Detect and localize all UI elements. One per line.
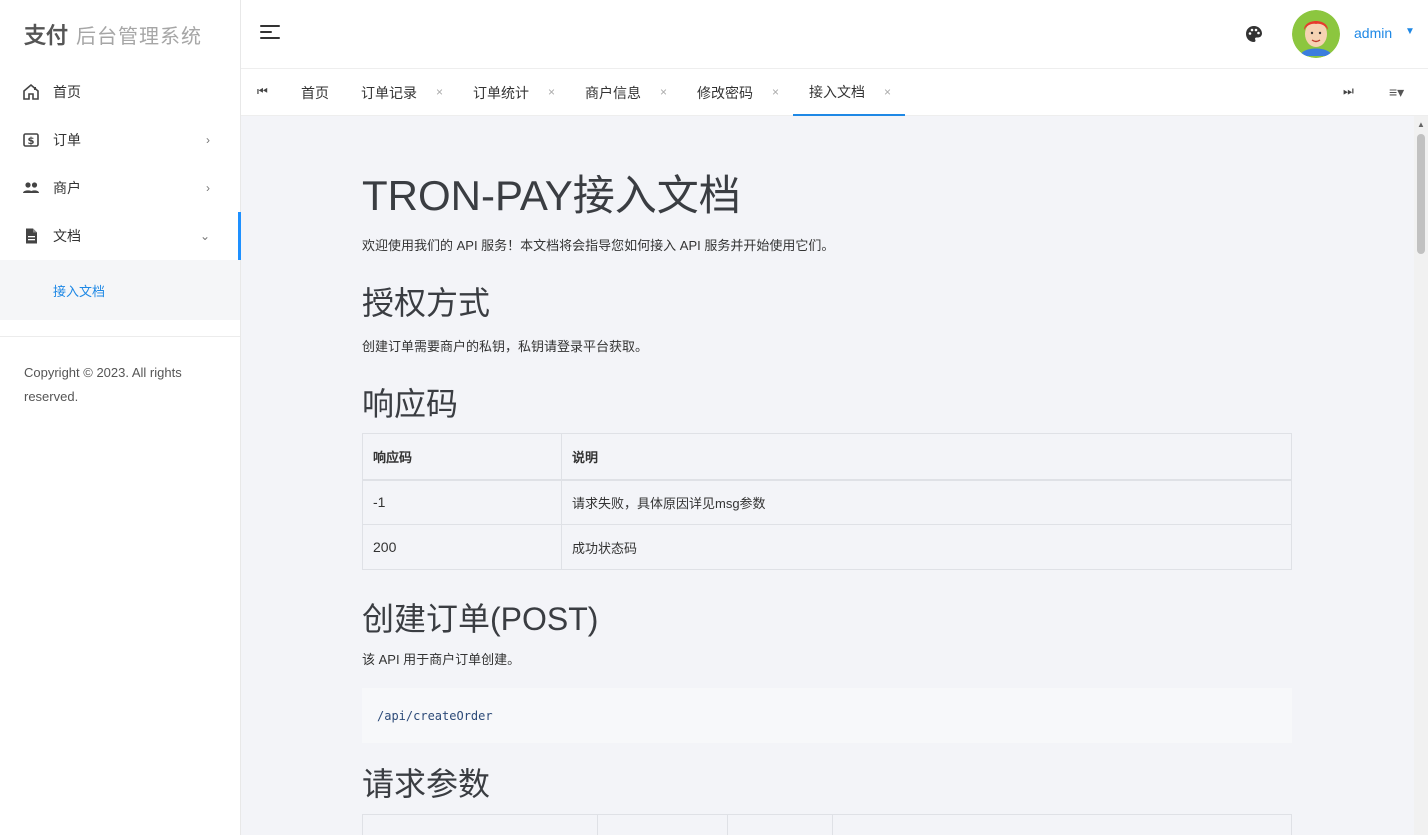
main-area: admin ▼ ⏮ 首页 订单记录 × 订单统计 × 商户信息 × 修改密码 × (241, 0, 1428, 835)
endpoint-code-block: /api/createOrder (362, 688, 1292, 743)
tab-integration-doc[interactable]: 接入文档 × (793, 69, 905, 116)
sidebar-item-orders[interactable]: $ 订单 › (0, 116, 240, 164)
sidebar-item-label: 文档 (53, 228, 81, 244)
response-code-table: 响应码 说明 -1 请求失败，具体原因详见msg参数 200 成功状态码 (362, 433, 1292, 570)
doc-body: TRON-PAY接入文档 欢迎使用我们的 API 服务！本文档将会指导您如何接入… (362, 116, 1292, 835)
sidebar-subitem-integration-doc[interactable]: 接入文档 (53, 281, 105, 300)
tab-bar: ⏮ 首页 订单记录 × 订单统计 × 商户信息 × 修改密码 × 接入文档 × … (241, 69, 1428, 116)
table-cell: -1 (362, 479, 562, 525)
endpoint-path: /api/createOrder (377, 708, 493, 723)
table-header-cell: 响应码 (362, 433, 562, 481)
svg-text:$: $ (28, 136, 35, 147)
scroll-up-icon[interactable]: ▲ (1417, 120, 1425, 129)
top-bar: admin ▼ (241, 0, 1428, 69)
document-icon (22, 227, 40, 245)
copyright-text: Copyright © 2023. All rights reserved. (24, 365, 182, 404)
auth-heading: 授权方式 (362, 285, 491, 321)
sidebar-item-merchants[interactable]: 商户 › (0, 164, 240, 212)
sidebar-subnav-docs: 接入文档 (0, 260, 240, 320)
tab-scroll-first-icon[interactable]: ⏮ (257, 84, 268, 99)
response-code-heading: 响应码 (362, 386, 459, 422)
tab-label: 商户信息 (585, 84, 641, 101)
user-avatar[interactable] (1292, 10, 1340, 58)
content-scrollbar[interactable]: ▲ (1414, 116, 1428, 835)
caret-down-icon[interactable]: ▼ (1405, 26, 1415, 37)
tab-label: 订单统计 (473, 84, 529, 101)
table-cell: 成功状态码 (561, 524, 1292, 570)
request-params-heading: 请求参数 (362, 766, 491, 802)
table-cell: 200 (362, 524, 562, 570)
content-area: TRON-PAY接入文档 欢迎使用我们的 API 服务！本文档将会指导您如何接入… (241, 116, 1428, 835)
sidebar-item-home[interactable]: 首页 (0, 68, 240, 116)
chevron-down-icon: ⌄ (199, 229, 210, 243)
tab-scroll-last-icon[interactable]: ⏭ (1343, 84, 1354, 99)
request-params-table (362, 814, 1292, 835)
close-icon[interactable]: × (884, 85, 891, 99)
palette-icon[interactable] (1244, 24, 1264, 44)
sidebar-item-label: 订单 (53, 132, 81, 148)
scroll-thumb[interactable] (1417, 134, 1425, 254)
tab-order-stats[interactable]: 订单统计 × (473, 69, 555, 116)
tab-label: 首页 (301, 84, 329, 101)
dollar-card-icon: $ (22, 131, 40, 149)
tab-home[interactable]: 首页 (301, 69, 341, 116)
brand-title: 后台管理系统 (76, 23, 203, 48)
sidebar: 支付 后台管理系统 首页 $ 订单 › 商户 › 文档 ⌄ 接入文档 Copyr… (0, 0, 241, 835)
sidebar-item-label: 商户 (53, 180, 81, 196)
menu-toggle-icon[interactable] (260, 25, 280, 41)
brand-mark: 支付 (24, 23, 69, 49)
sidebar-item-docs[interactable]: 文档 ⌄ (0, 212, 241, 260)
close-icon[interactable]: × (660, 85, 667, 99)
table-row: -1 请求失败，具体原因详见msg参数 (362, 479, 1292, 525)
create-order-text: 该 API 用于商户订单创建。 (362, 652, 521, 667)
doc-title: TRON-PAY接入文档 (362, 172, 741, 219)
chevron-right-icon: › (206, 181, 210, 195)
auth-text: 创建订单需要商户的私钥，私钥请登录平台获取。 (362, 339, 649, 354)
table-header-cell: 说明 (561, 433, 1292, 481)
table-cell: 请求失败，具体原因详见msg参数 (561, 479, 1292, 525)
home-icon (22, 83, 40, 101)
user-menu[interactable]: admin (1354, 25, 1392, 41)
tab-merchant-info[interactable]: 商户信息 × (585, 69, 667, 116)
close-icon[interactable]: × (548, 85, 555, 99)
create-order-heading: 创建订单(POST) (362, 601, 599, 637)
close-icon[interactable]: × (436, 85, 443, 99)
tab-label: 订单记录 (361, 84, 417, 101)
brand-logo[interactable]: 支付 后台管理系统 (0, 0, 240, 68)
tab-label: 修改密码 (697, 84, 753, 101)
tab-menu-icon[interactable]: ≡▾ (1389, 84, 1404, 101)
sidebar-item-label: 首页 (53, 84, 81, 100)
people-icon (22, 179, 40, 197)
close-icon[interactable]: × (772, 85, 779, 99)
chevron-right-icon: › (206, 133, 210, 147)
tab-label: 接入文档 (809, 83, 865, 100)
table-header-row: 响应码 说明 (362, 433, 1292, 481)
doc-intro: 欢迎使用我们的 API 服务！本文档将会指导您如何接入 API 服务并开始使用它… (362, 238, 835, 253)
tab-order-records[interactable]: 订单记录 × (361, 69, 443, 116)
tab-change-password[interactable]: 修改密码 × (697, 69, 779, 116)
table-row: 200 成功状态码 (362, 524, 1292, 570)
